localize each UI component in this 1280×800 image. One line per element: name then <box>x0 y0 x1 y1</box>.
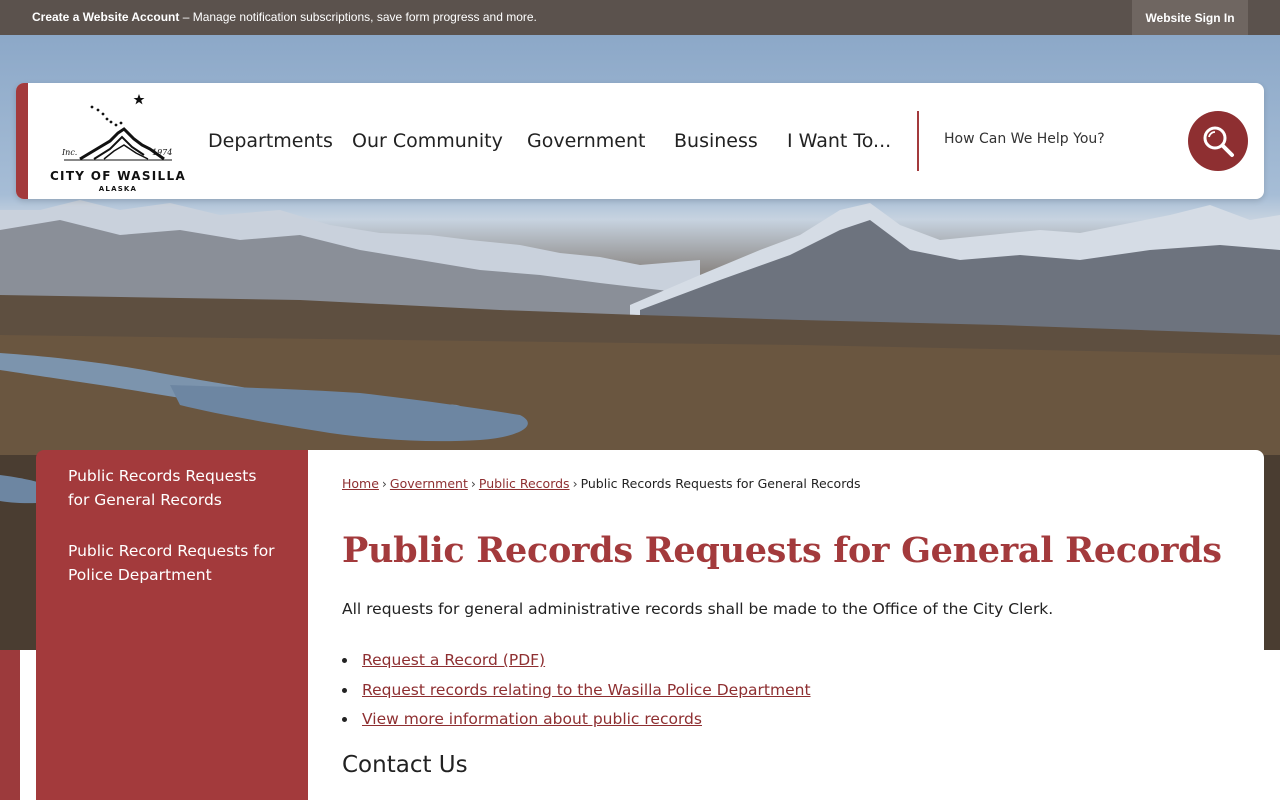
sidebar-item-police-records[interactable]: Public Record Requests for Police Depart… <box>68 539 278 587</box>
breadcrumb-current: Public Records Requests for General Reco… <box>580 476 861 491</box>
sidebar: Public Records Requests for General Reco… <box>36 450 308 800</box>
sign-in-button[interactable]: Website Sign In <box>1132 0 1248 35</box>
breadcrumb-separator: › <box>470 476 476 491</box>
links-list: Request a Record (PDF) Request records r… <box>358 646 811 735</box>
nav-government[interactable]: Government <box>527 83 646 199</box>
breadcrumb-public-records[interactable]: Public Records <box>479 476 570 491</box>
logo-year: 1974 <box>152 148 172 157</box>
breadcrumb-separator: › <box>572 476 578 491</box>
city-logo[interactable]: Inc. 1974 CITY OF WASILLA ALASKA <box>44 89 192 195</box>
nav-divider <box>917 111 919 171</box>
nav-i-want-to[interactable]: I Want To... <box>787 83 891 199</box>
top-bar: Create a Website Account – Manage notifi… <box>0 0 1280 35</box>
list-item: Request records relating to the Wasilla … <box>358 676 811 706</box>
account-message-text: – Manage notification subscriptions, sav… <box>179 10 537 24</box>
more-info-link[interactable]: View more information about public recor… <box>362 710 702 728</box>
breadcrumb: Home › Government › Public Records › Public Re… <box>342 476 861 491</box>
list-item: View more information about public recor… <box>358 705 811 735</box>
request-record-pdf-link[interactable]: Request a Record (PDF) <box>362 651 545 669</box>
intro-text: All requests for general administrative … <box>342 600 1054 618</box>
nav-departments[interactable]: Departments <box>208 83 333 199</box>
logo-mountain-icon: Inc. 1974 <box>61 94 172 161</box>
nav-business[interactable]: Business <box>674 83 758 199</box>
create-account-link[interactable]: Create a Website Account <box>32 10 179 24</box>
breadcrumb-separator: › <box>381 476 387 491</box>
logo-state-name: ALASKA <box>98 185 138 193</box>
search-icon <box>1203 126 1234 157</box>
account-message: Create a Website Account – Manage notifi… <box>32 10 537 24</box>
main-content: Home › Government › Public Records › Public Re… <box>308 450 1264 800</box>
brand-stripe <box>0 650 20 800</box>
site-header: Inc. 1974 CITY OF WASILLA ALASKA Departm… <box>16 83 1264 199</box>
search-input[interactable] <box>944 131 1164 147</box>
breadcrumb-government[interactable]: Government <box>390 476 468 491</box>
nav-our-community[interactable]: Our Community <box>352 83 503 199</box>
logo-city-name: CITY OF WASILLA <box>49 169 187 183</box>
breadcrumb-home[interactable]: Home <box>342 476 379 491</box>
contact-heading: Contact Us <box>342 752 468 778</box>
logo-inc: Inc. <box>61 148 77 157</box>
page-title: Public Records Requests for General Reco… <box>342 530 1222 571</box>
sidebar-item-general-records[interactable]: Public Records Requests for General Reco… <box>68 464 278 512</box>
header-accent <box>16 83 28 199</box>
list-item: Request a Record (PDF) <box>358 646 811 676</box>
police-records-link[interactable]: Request records relating to the Wasilla … <box>362 681 811 699</box>
search-button[interactable] <box>1188 111 1248 171</box>
